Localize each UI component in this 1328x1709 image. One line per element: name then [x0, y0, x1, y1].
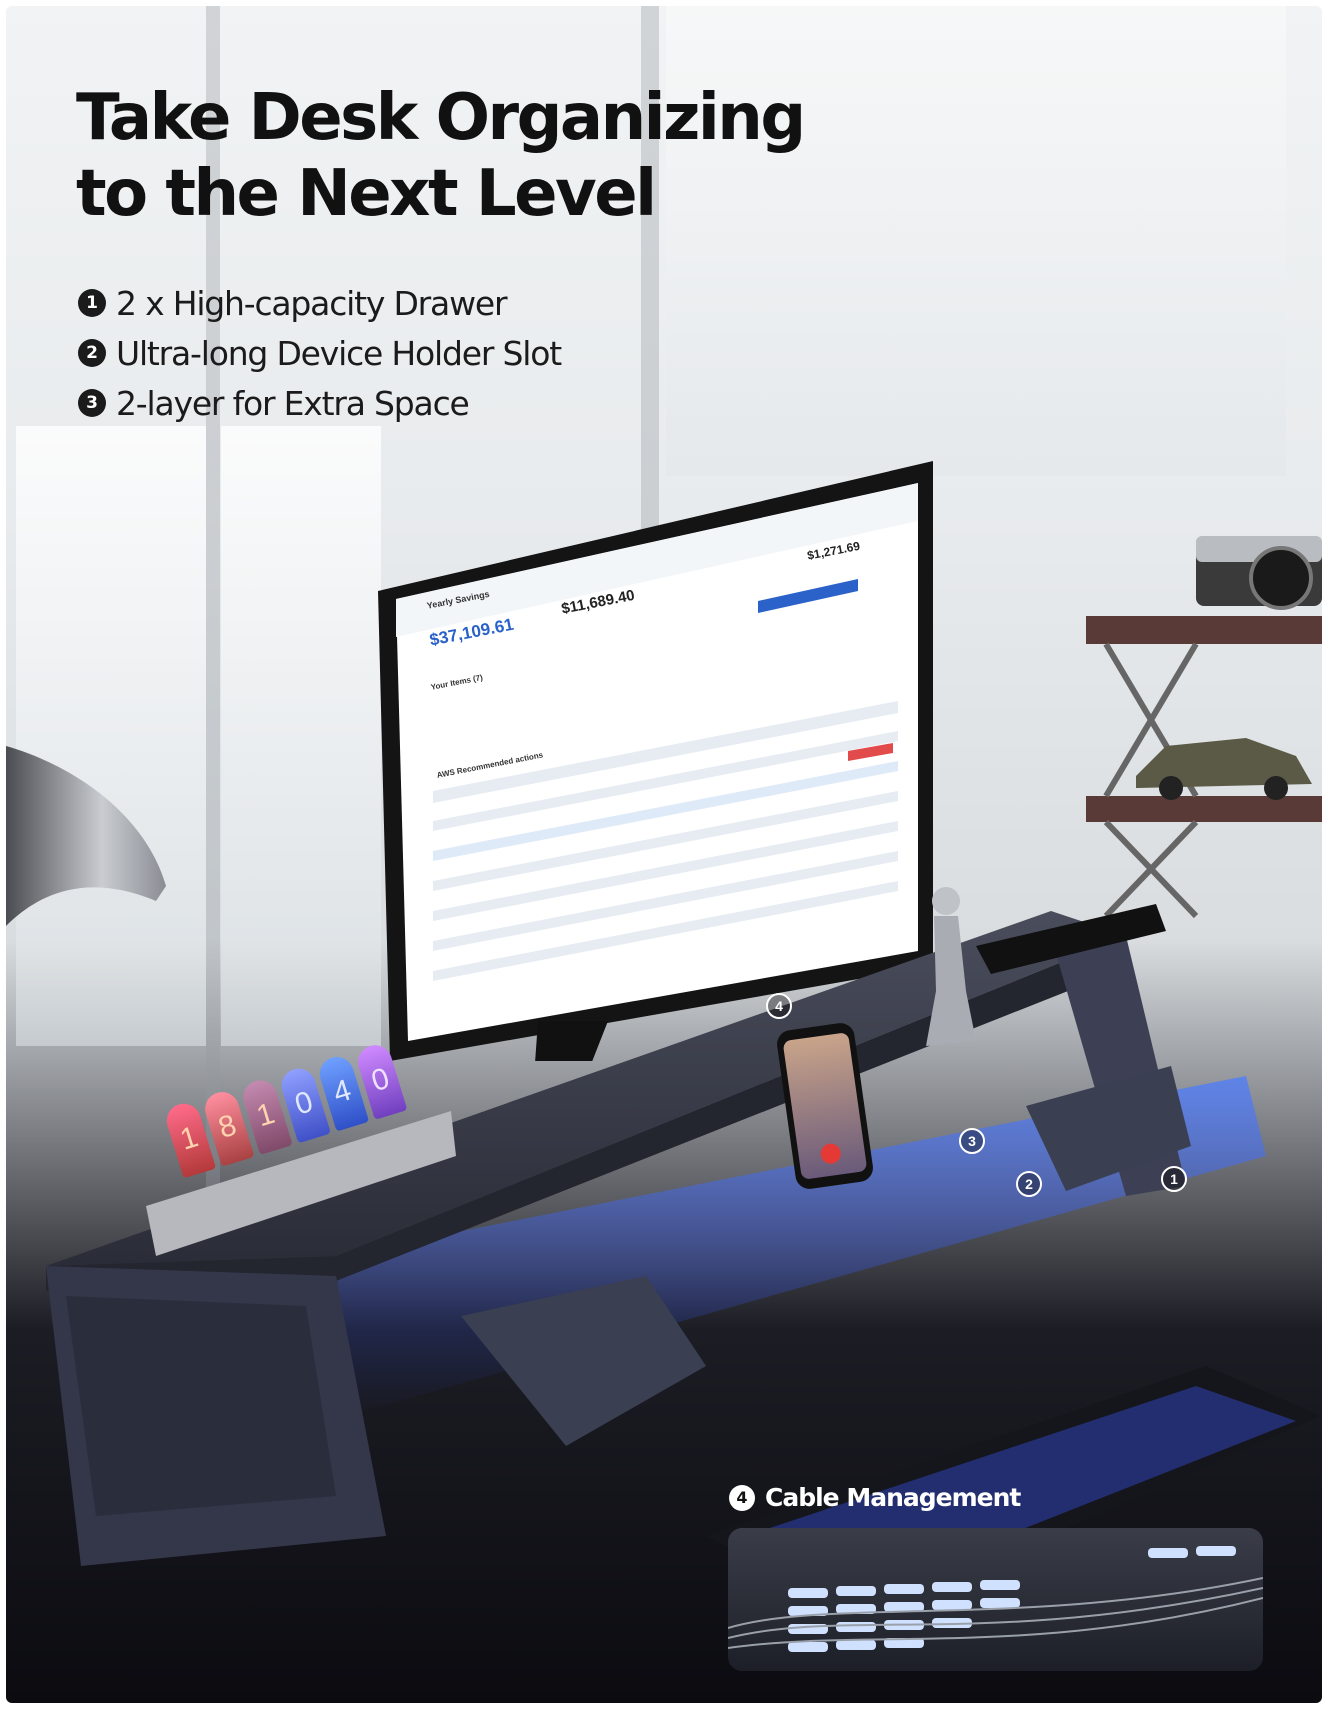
feature-text: Ultra-long Device Holder Slot [116, 333, 562, 373]
headline-line-2: to the Next Level [76, 157, 657, 231]
callout-badge: 2 [1016, 1171, 1042, 1197]
feature-item: 3 2-layer for Extra Space [78, 378, 561, 428]
feature-text: 2-layer for Extra Space [116, 383, 470, 423]
headline-line-1: Take Desk Organizing [76, 81, 806, 155]
model-car [1136, 738, 1312, 800]
cable-number-badge: 4 [729, 1484, 755, 1511]
feature-number-badge: 2 [78, 339, 106, 367]
callout-badge: 1 [1161, 1166, 1187, 1192]
feature-item: 2 Ultra-long Device Holder Slot [78, 328, 562, 378]
cable-label: Cable Management [765, 1483, 1021, 1512]
feature-item: 1 2 x High-capacity Drawer [78, 278, 561, 328]
feature-number-badge: 1 [78, 289, 106, 317]
feature-list: 1 2 x High-capacity Drawer 2 Ultra-long De… [78, 278, 562, 428]
window-pane [666, 6, 1286, 476]
side-shelf [1086, 536, 1322, 919]
headline: Take Desk Organizing to the Next Level [76, 80, 976, 232]
feature-text: 2 x High-capacity Drawer [116, 283, 508, 323]
feature-number-badge: 3 [78, 389, 106, 417]
callout-badge: 3 [959, 1128, 985, 1154]
cable-grid [728, 1546, 1263, 1652]
camera [1196, 536, 1322, 610]
statue [926, 887, 976, 1046]
callout-badge: 4 [766, 993, 792, 1019]
cable-management-inset [728, 1528, 1263, 1671]
cable-management-title: 4 Cable Management [729, 1483, 1021, 1512]
product-banner: Take Desk Organizing to the Next Level 1… [6, 6, 1322, 1703]
